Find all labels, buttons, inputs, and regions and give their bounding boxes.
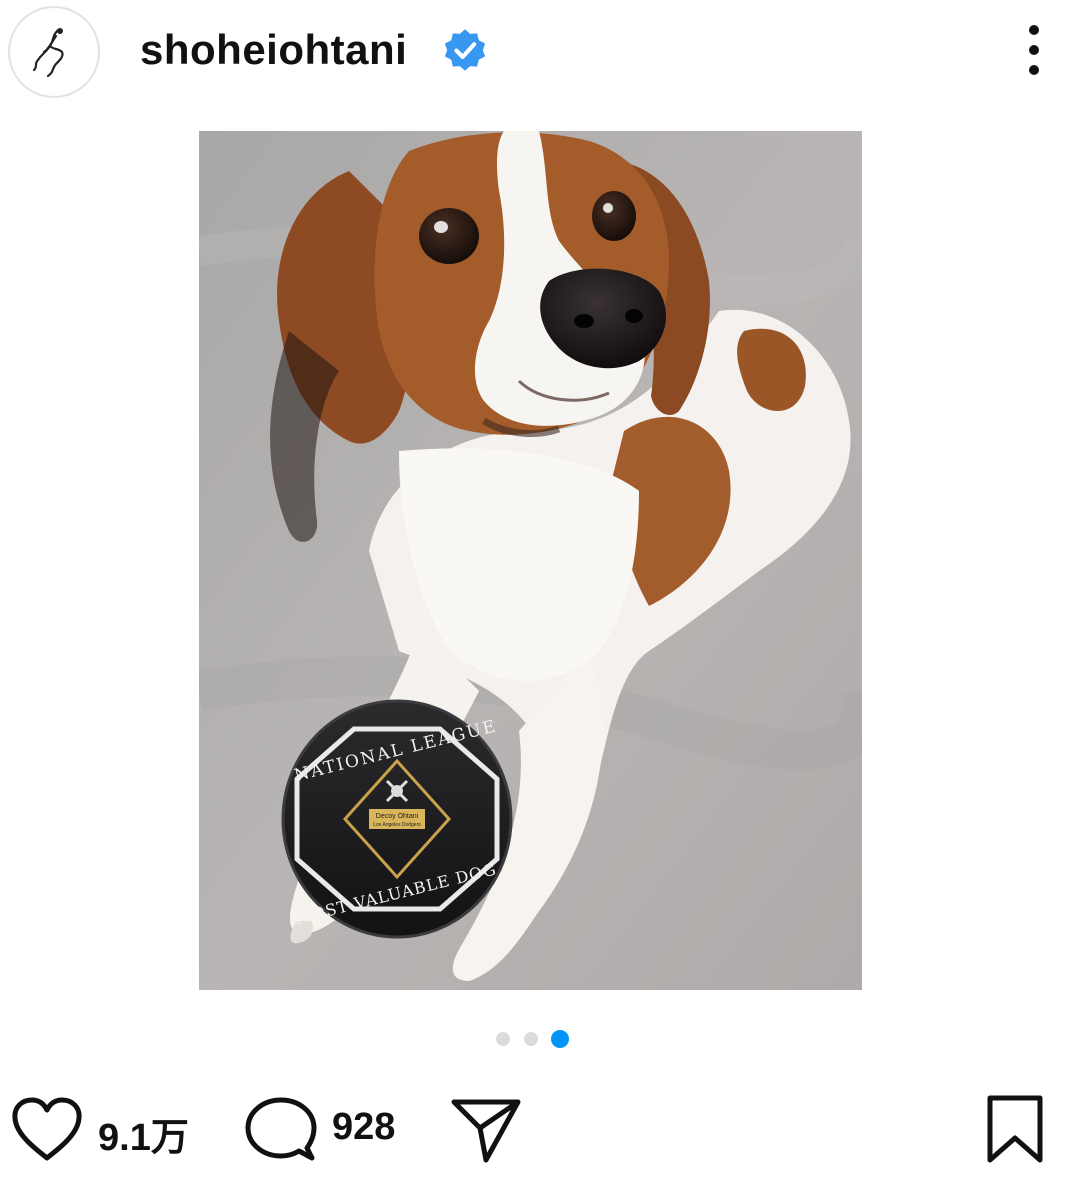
action-bar: 9.1万 928 [0, 1090, 1085, 1170]
bookmark-icon[interactable] [984, 1094, 1046, 1166]
send-icon[interactable] [450, 1096, 522, 1166]
dog-photo: NATIONAL LEAGUE MOST VALUABLE DOG Decoy … [199, 131, 862, 990]
username[interactable]: shoheiohtani [140, 26, 407, 74]
comment-icon[interactable] [244, 1096, 318, 1166]
signature-logo-icon [32, 28, 64, 78]
heart-icon[interactable] [10, 1096, 84, 1164]
carousel-dots [496, 1030, 569, 1048]
post-header: shoheiohtani [0, 0, 1085, 100]
carousel-dot[interactable] [496, 1032, 510, 1046]
carousel-dot[interactable] [524, 1032, 538, 1046]
more-options-icon[interactable] [1014, 20, 1054, 80]
avatar[interactable] [8, 6, 100, 98]
plate-team: Los Angeles Dodgers [373, 822, 421, 828]
comment-count[interactable]: 928 [332, 1106, 395, 1149]
like-count[interactable]: 9.1万 [98, 1106, 189, 1161]
carousel-dot-active[interactable] [551, 1030, 569, 1048]
plate-name: Decoy Ohtani [376, 813, 419, 820]
verified-badge-icon [444, 29, 486, 71]
post-photo[interactable]: NATIONAL LEAGUE MOST VALUABLE DOG Decoy … [199, 131, 862, 990]
